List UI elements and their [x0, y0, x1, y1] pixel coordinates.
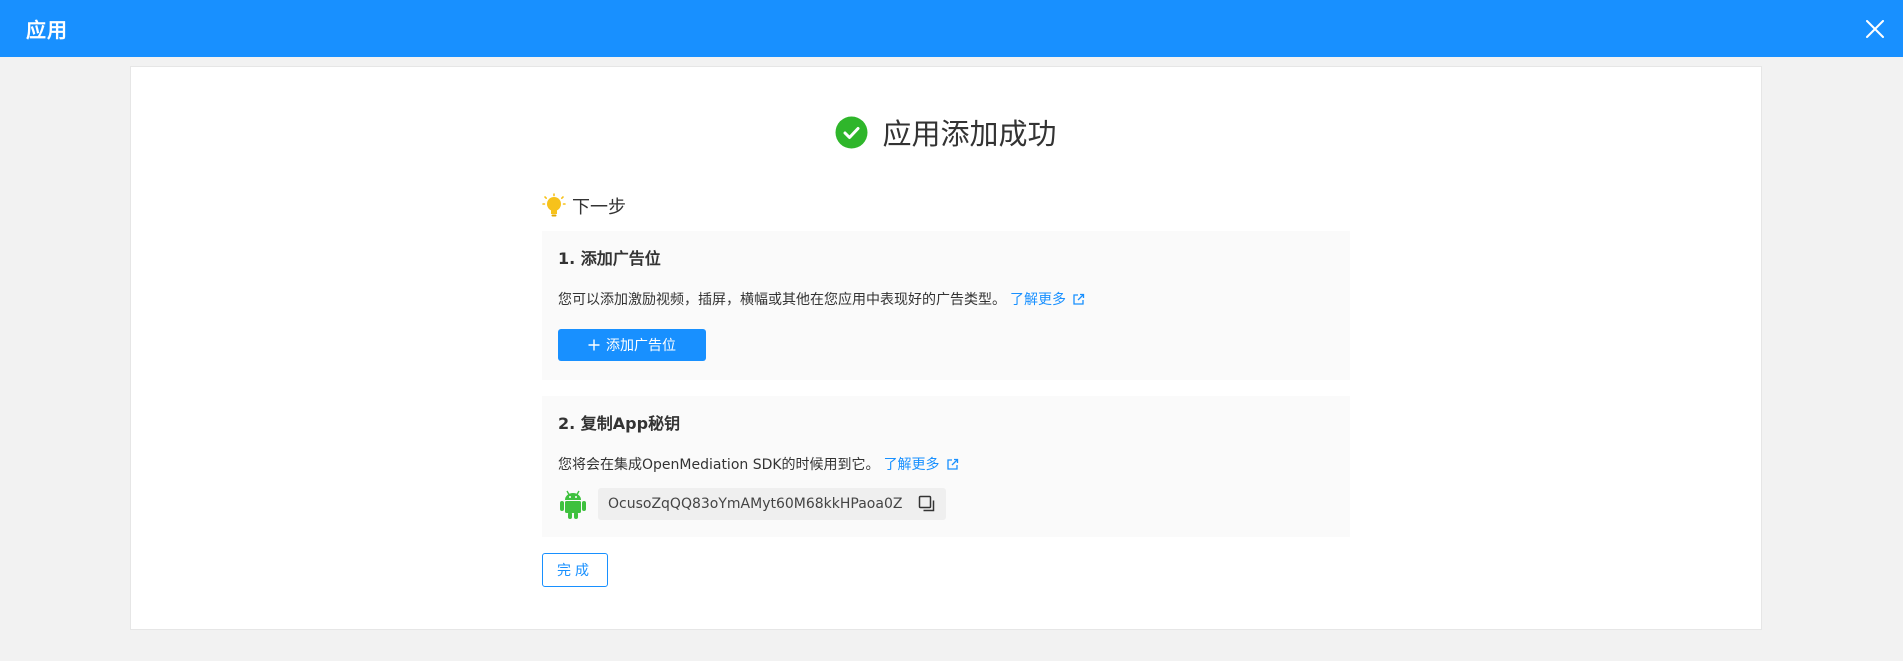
app-key-value[interactable]: OcusoZqQQ83oYmAMyt60M68kkHPaoa0Z: [608, 496, 902, 512]
copy-button[interactable]: [918, 495, 936, 513]
android-icon: [560, 490, 586, 519]
step-description-text: 您将会在集成OpenMediation SDK的时候用到它。: [558, 457, 880, 473]
step-title: 2. 复制App秘钥: [558, 414, 681, 433]
learn-more-label: 了解更多: [1010, 292, 1066, 308]
next-steps-section: 下一步 1. 添加广告位 您可以添加激励视频，插屏，横幅或其他在您应用中表现好的…: [542, 193, 1350, 587]
learn-more-link[interactable]: 了解更多: [1010, 289, 1085, 309]
success-header: 应用添加成功: [131, 111, 1761, 153]
add-placement-button[interactable]: 添加广告位: [558, 329, 706, 361]
step-add-placement: 1. 添加广告位 您可以添加激励视频，插屏，横幅或其他在您应用中表现好的广告类型…: [542, 231, 1350, 380]
app-key-row: OcusoZqQQ83oYmAMyt60M68kkHPaoa0Z: [558, 488, 1334, 520]
close-icon: [1866, 19, 1884, 38]
learn-more-link[interactable]: 了解更多: [884, 454, 959, 474]
next-step-label: 下一步: [572, 197, 626, 218]
add-placement-label: 添加广告位: [606, 338, 676, 354]
close-button[interactable]: [1863, 17, 1887, 41]
modal-title: 应用: [26, 18, 68, 42]
copy-icon: [919, 495, 935, 512]
step-description-text: 您可以添加激励视频，插屏，横幅或其他在您应用中表现好的广告类型。: [558, 292, 1006, 308]
external-link-icon: [1073, 293, 1085, 305]
lightbulb-icon: [542, 193, 566, 217]
next-step-header: 下一步: [542, 193, 1350, 219]
plus-icon: [588, 339, 600, 351]
check-circle-icon: [835, 116, 868, 148]
modal-header: 应用: [0, 0, 1903, 57]
content-card: 应用添加成功 下一步 1. 添加广告位 您可以添加激励视频，插屏，横幅或其他在您…: [130, 66, 1762, 630]
step-title: 1. 添加广告位: [558, 249, 661, 268]
done-button[interactable]: 完成: [542, 553, 608, 587]
learn-more-label: 了解更多: [883, 457, 940, 473]
step-copy-app-key: 2. 复制App秘钥 您将会在集成OpenMediation SDK的时候用到它…: [542, 396, 1350, 537]
step-description: 您可以添加激励视频，插屏，横幅或其他在您应用中表现好的广告类型。 了解更多: [558, 289, 1334, 309]
success-title: 应用添加成功: [882, 117, 1057, 151]
step-description: 您将会在集成OpenMediation SDK的时候用到它。 了解更多: [558, 454, 1334, 474]
app-key-field: OcusoZqQQ83oYmAMyt60M68kkHPaoa0Z: [598, 488, 947, 520]
external-link-icon: [946, 458, 958, 470]
